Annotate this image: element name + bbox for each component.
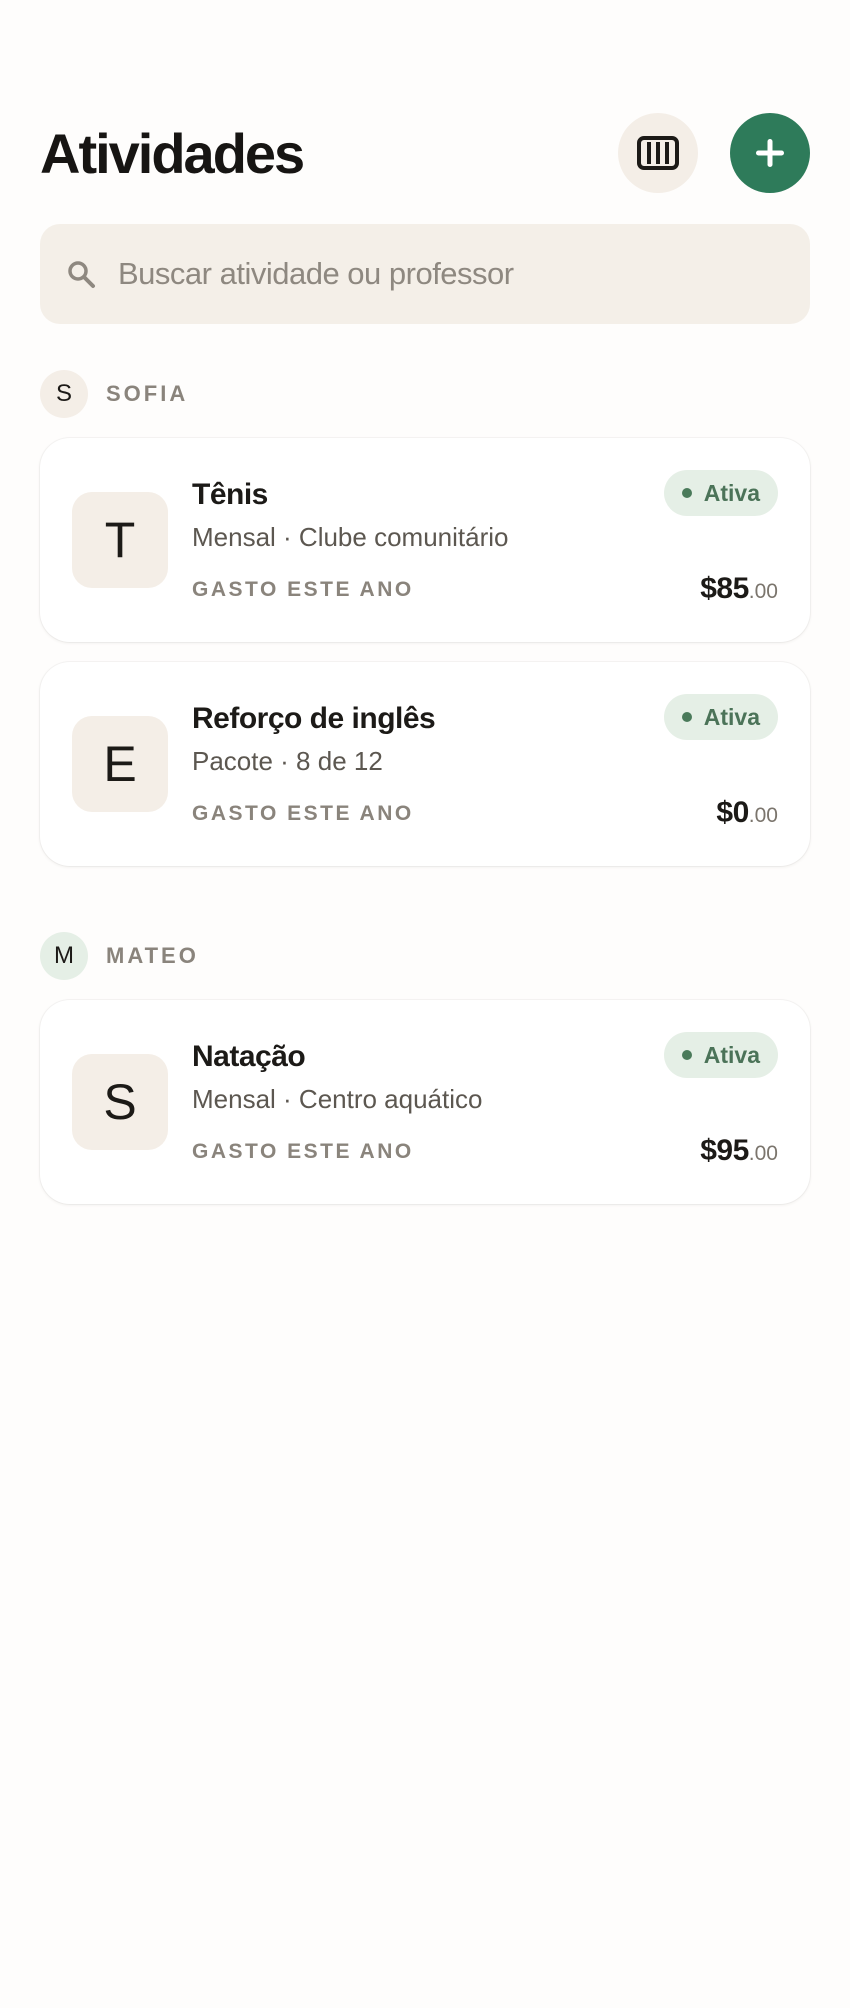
status-badge: Ativa (663, 694, 778, 740)
page-header: Atividades (40, 112, 810, 194)
activity-avatar: S (72, 1054, 168, 1150)
group-name: SOFIA (106, 381, 189, 406)
activity-subtitle: Mensal · Centro aquático (192, 1084, 483, 1114)
activity-avatar: E (72, 716, 168, 812)
activity-avatar: T (72, 492, 168, 588)
spent-amount: $0 .00 (716, 796, 778, 830)
group-header-mateo: M MATEO (40, 932, 199, 980)
status-badge: Ativa (663, 470, 778, 516)
timetable-icon (637, 136, 679, 170)
spent-amount: $85 .00 (700, 572, 778, 606)
status-dot-icon (681, 488, 692, 498)
amount-main: $85 (700, 572, 749, 605)
search-icon (68, 261, 95, 288)
avatar: S (40, 370, 88, 418)
spent-label: GASTO ESTE ANO (192, 802, 414, 825)
search-bar[interactable] (40, 224, 810, 324)
activity-subtitle: Mensal · Clube comunitário (192, 522, 509, 552)
status-badge: Ativa (663, 1032, 778, 1078)
avatar: M (40, 932, 88, 980)
spent-amount: $95 .00 (700, 1134, 778, 1168)
status-dot-icon (681, 1050, 692, 1060)
status-text: Ativa (703, 479, 760, 506)
amount-cents: .00 (748, 1142, 778, 1165)
amount-cents: .00 (748, 804, 778, 827)
spent-label: GASTO ESTE ANO (192, 578, 414, 601)
add-activity-button[interactable] (730, 113, 810, 193)
header-actions (618, 113, 810, 193)
spent-label: GASTO ESTE ANO (192, 1140, 414, 1163)
group-name: MATEO (106, 943, 199, 968)
activity-card-reforco-ingles[interactable]: E Reforço de inglês Pacote · 8 de 12 GAS… (40, 662, 810, 866)
amount-cents: .00 (748, 580, 778, 603)
amount-main: $95 (700, 1134, 749, 1167)
activity-card-natacao[interactable]: S Natação Mensal · Centro aquático GASTO… (40, 1000, 810, 1204)
search-input[interactable] (118, 256, 758, 292)
activity-title: Tênis (192, 478, 268, 511)
activities-screen: Atividades Buscar atividade ou professor… (0, 0, 850, 2008)
page-title: Atividades (40, 121, 305, 185)
activity-title: Natação (192, 1040, 306, 1073)
group-header-sofia: S SOFIA (40, 370, 188, 418)
status-text: Ativa (703, 703, 760, 730)
status-dot-icon (681, 712, 692, 722)
activity-subtitle: Pacote · 8 de 12 (192, 746, 383, 776)
activity-title: Reforço de inglês (192, 702, 436, 735)
amount-main: $0 (716, 796, 749, 829)
activity-card-tenis[interactable]: T Tênis Mensal · Clube comunitário GASTO… (40, 438, 810, 642)
status-text: Ativa (703, 1041, 760, 1068)
plus-icon (756, 139, 784, 167)
schedule-button[interactable] (618, 113, 698, 193)
